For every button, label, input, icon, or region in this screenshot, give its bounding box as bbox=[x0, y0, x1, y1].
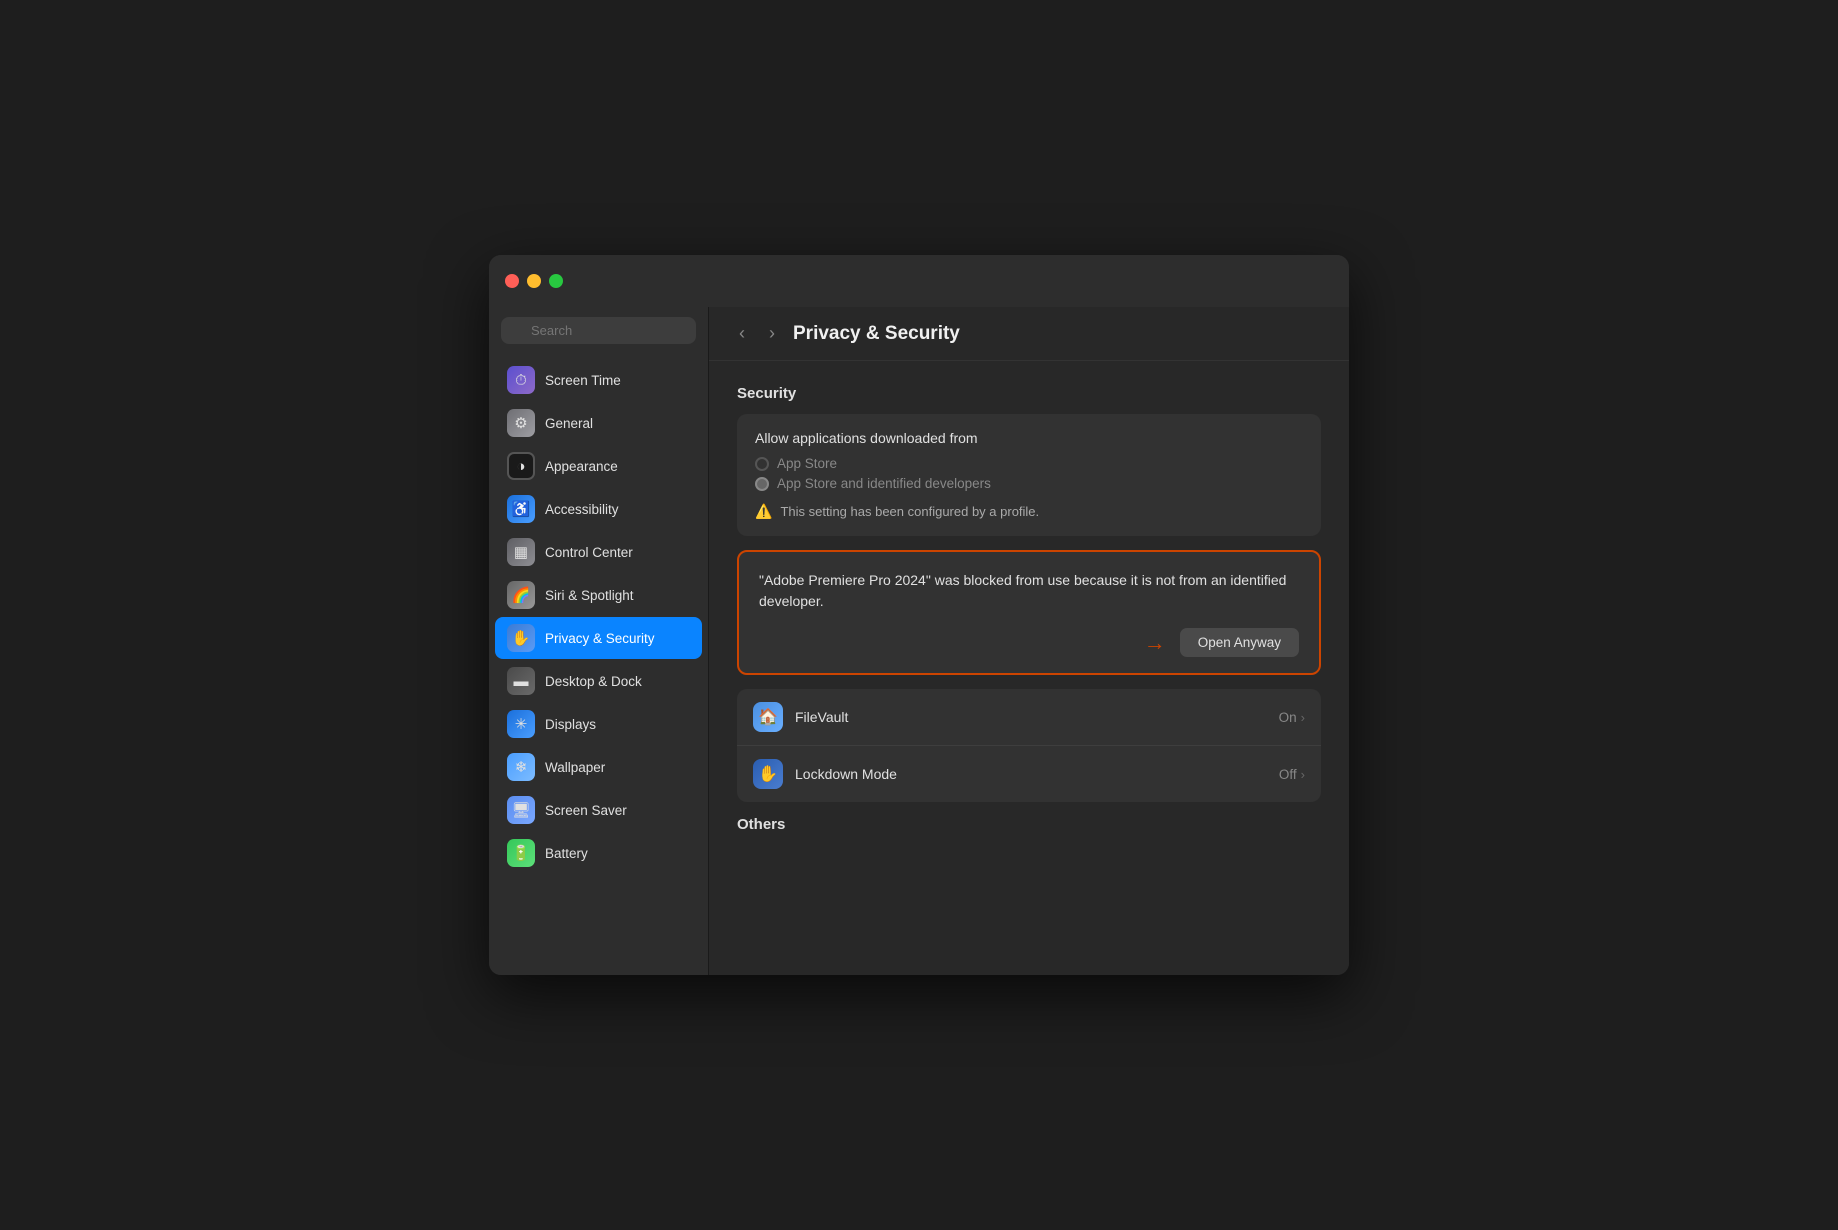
page-title: Privacy & Security bbox=[793, 323, 960, 345]
sidebar-icon-screen-time: ⏱ bbox=[507, 366, 535, 394]
allow-applications-title: Allow applications downloaded from bbox=[755, 430, 1303, 446]
sidebar-item-battery[interactable]: 🔋 Battery bbox=[495, 832, 702, 874]
blocked-app-message: "Adobe Premiere Pro 2024" was blocked fr… bbox=[759, 570, 1299, 612]
sidebar-label-screen-saver: Screen Saver bbox=[545, 803, 627, 818]
main-body: Security Allow applications downloaded f… bbox=[709, 361, 1349, 857]
sidebar-item-privacy-security[interactable]: ✋ Privacy & Security bbox=[495, 617, 702, 659]
sidebar-icon-privacy-security: ✋ bbox=[507, 624, 535, 652]
main-content: ‹ › Privacy & Security Security Allow ap… bbox=[709, 307, 1349, 975]
security-rows-card: 🏠 FileVault On › ✋ Lockdown Mode Off › bbox=[737, 689, 1321, 802]
sidebar-item-displays[interactable]: ✳ Displays bbox=[495, 703, 702, 745]
radio-app-store[interactable]: App Store bbox=[755, 456, 1303, 471]
others-section-title: Others bbox=[737, 816, 1321, 833]
blocked-app-card: "Adobe Premiere Pro 2024" was blocked fr… bbox=[737, 550, 1321, 675]
sidebar-label-accessibility: Accessibility bbox=[545, 502, 619, 517]
sidebar-label-siri-spotlight: Siri & Spotlight bbox=[545, 588, 634, 603]
sidebar-item-general[interactable]: ⚙ General bbox=[495, 402, 702, 444]
maximize-button[interactable] bbox=[549, 274, 563, 288]
sidebar-label-desktop-dock: Desktop & Dock bbox=[545, 674, 642, 689]
forward-button[interactable]: › bbox=[763, 321, 781, 346]
open-anyway-row: → Open Anyway bbox=[759, 628, 1299, 657]
lockdown-icon: ✋ bbox=[753, 759, 783, 789]
sidebar-icon-control-center: ▦ bbox=[507, 538, 535, 566]
sidebar-icon-general: ⚙ bbox=[507, 409, 535, 437]
sidebar-label-wallpaper: Wallpaper bbox=[545, 760, 605, 775]
sidebar-item-wallpaper[interactable]: ❄ Wallpaper bbox=[495, 746, 702, 788]
radio-label-identified: App Store and identified developers bbox=[777, 476, 991, 491]
arrow-icon: → bbox=[1144, 630, 1166, 656]
sidebar-item-siri-spotlight[interactable]: 🌈 Siri & Spotlight bbox=[495, 574, 702, 616]
minimize-button[interactable] bbox=[527, 274, 541, 288]
allow-applications-card: Allow applications downloaded from App S… bbox=[737, 414, 1321, 536]
content-area: 🔍 ⏱ Screen Time ⚙ General ◑ Appearance ♿… bbox=[489, 307, 1349, 975]
sidebar-icon-accessibility: ♿ bbox=[507, 495, 535, 523]
sidebar-label-appearance: Appearance bbox=[545, 459, 618, 474]
close-button[interactable] bbox=[505, 274, 519, 288]
filevault-label: FileVault bbox=[795, 709, 1267, 725]
sidebar-label-control-center: Control Center bbox=[545, 545, 633, 560]
sidebar-label-screen-time: Screen Time bbox=[545, 373, 621, 388]
lockdown-row[interactable]: ✋ Lockdown Mode Off › bbox=[737, 746, 1321, 802]
sidebar-icon-displays: ✳ bbox=[507, 710, 535, 738]
filevault-icon: 🏠 bbox=[753, 702, 783, 732]
security-section-title: Security bbox=[737, 385, 1321, 402]
sidebar-item-screen-time[interactable]: ⏱ Screen Time bbox=[495, 359, 702, 401]
filevault-row[interactable]: 🏠 FileVault On › bbox=[737, 689, 1321, 746]
sidebar-label-displays: Displays bbox=[545, 717, 596, 732]
lockdown-value: Off › bbox=[1279, 767, 1305, 782]
warning-text: This setting has been configured by a pr… bbox=[780, 504, 1039, 519]
sidebar-icon-battery: 🔋 bbox=[507, 839, 535, 867]
sidebar-item-accessibility[interactable]: ♿ Accessibility bbox=[495, 488, 702, 530]
open-anyway-button[interactable]: Open Anyway bbox=[1180, 628, 1299, 657]
lockdown-label: Lockdown Mode bbox=[795, 766, 1267, 782]
sidebar-item-screen-saver[interactable]: 🖥 Screen Saver bbox=[495, 789, 702, 831]
sidebar-item-desktop-dock[interactable]: ▬ Desktop & Dock bbox=[495, 660, 702, 702]
profile-warning: ⚠️ This setting has been configured by a… bbox=[755, 503, 1303, 520]
settings-window: 🔍 ⏱ Screen Time ⚙ General ◑ Appearance ♿… bbox=[489, 255, 1349, 975]
radio-app-store-identified[interactable]: App Store and identified developers bbox=[755, 476, 1303, 491]
radio-label-app-store: App Store bbox=[777, 456, 837, 471]
radio-circle-identified bbox=[755, 477, 769, 491]
search-input[interactable] bbox=[501, 317, 696, 344]
sidebar-label-battery: Battery bbox=[545, 846, 588, 861]
filevault-value: On › bbox=[1279, 710, 1305, 725]
sidebar-item-control-center[interactable]: ▦ Control Center bbox=[495, 531, 702, 573]
radio-circle-app-store bbox=[755, 457, 769, 471]
sidebar-icon-appearance: ◑ bbox=[507, 452, 535, 480]
sidebar-icon-screen-saver: 🖥 bbox=[507, 796, 535, 824]
sidebar-icon-wallpaper: ❄ bbox=[507, 753, 535, 781]
lockdown-chevron: › bbox=[1301, 767, 1305, 782]
traffic-lights bbox=[505, 274, 563, 288]
sidebar-items-list: ⏱ Screen Time ⚙ General ◑ Appearance ♿ A… bbox=[489, 358, 708, 875]
back-button[interactable]: ‹ bbox=[733, 321, 751, 346]
sidebar: 🔍 ⏱ Screen Time ⚙ General ◑ Appearance ♿… bbox=[489, 307, 709, 975]
sidebar-icon-siri-spotlight: 🌈 bbox=[507, 581, 535, 609]
sidebar-item-appearance[interactable]: ◑ Appearance bbox=[495, 445, 702, 487]
main-header: ‹ › Privacy & Security bbox=[709, 307, 1349, 361]
sidebar-label-general: General bbox=[545, 416, 593, 431]
search-wrapper: 🔍 bbox=[501, 317, 696, 344]
titlebar bbox=[489, 255, 1349, 307]
sidebar-label-privacy-security: Privacy & Security bbox=[545, 631, 655, 646]
filevault-chevron: › bbox=[1301, 710, 1305, 725]
sidebar-icon-desktop-dock: ▬ bbox=[507, 667, 535, 695]
warning-icon: ⚠️ bbox=[755, 503, 772, 520]
search-container: 🔍 bbox=[489, 307, 708, 358]
